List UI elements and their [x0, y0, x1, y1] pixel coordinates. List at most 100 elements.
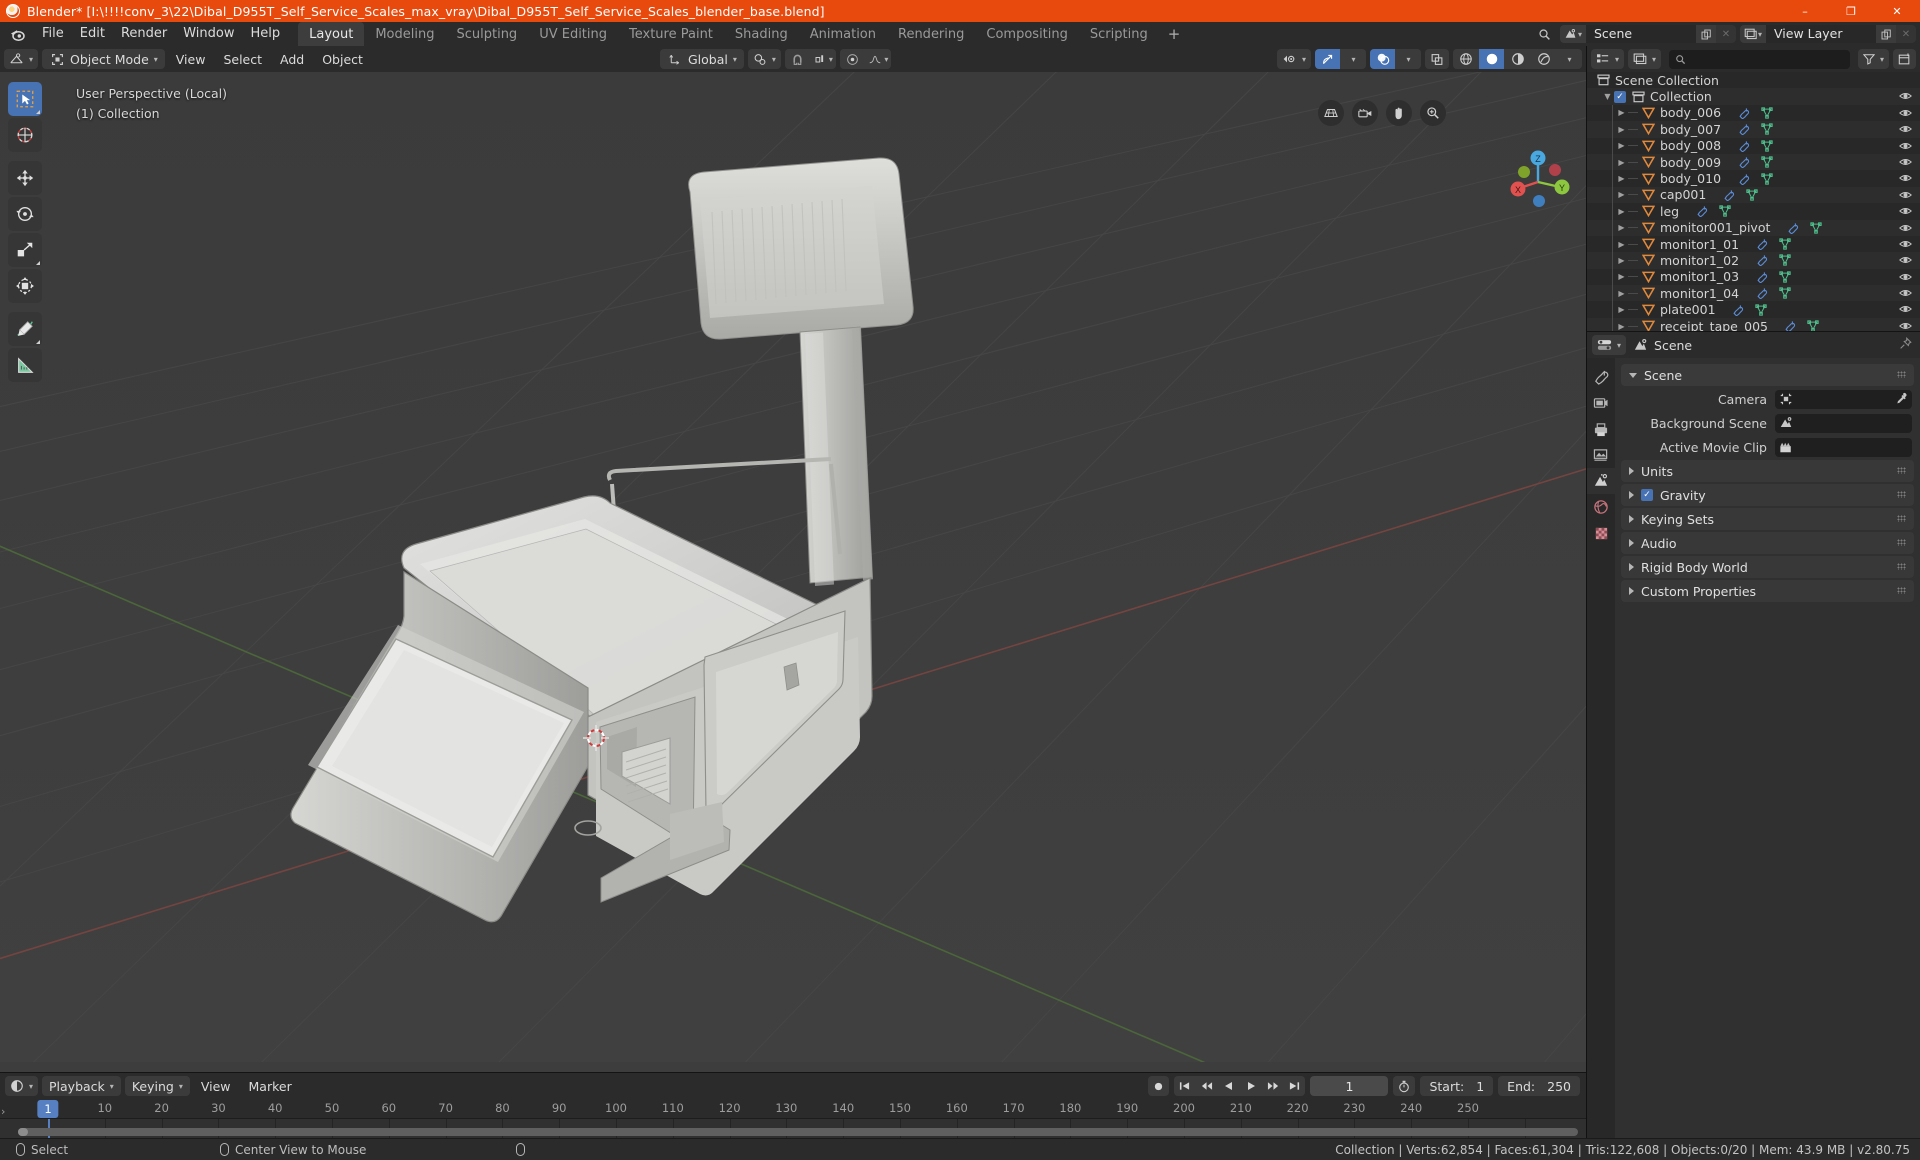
timeline-menu-marker[interactable]: Marker	[242, 1076, 299, 1096]
wireframe-shading-button[interactable]	[1453, 49, 1478, 69]
timeline-sidebar-toggle[interactable]: ›	[1, 1105, 5, 1118]
panel-units-header[interactable]: Units	[1621, 460, 1914, 482]
rotate-tool[interactable]	[8, 197, 42, 231]
outliner-row-object[interactable]: ▶ body_009	[1587, 153, 1920, 171]
tab-animation[interactable]: Animation	[799, 22, 887, 46]
tab-scene[interactable]	[1587, 468, 1615, 494]
panel-gravity-header[interactable]: ✓ Gravity	[1621, 484, 1914, 506]
tab-texture[interactable]	[1587, 520, 1615, 546]
scene-unlink-button[interactable]: ✕	[1716, 25, 1736, 43]
visibility-dropdown[interactable]: ▾	[1276, 49, 1311, 69]
outliner-row-object[interactable]: ▶ monitor001_pivot	[1587, 219, 1920, 236]
scene-selector[interactable]: ▾ Scene ✕	[1560, 25, 1736, 43]
eyedropper-icon[interactable]	[1895, 392, 1908, 405]
disclosure-triangle-icon[interactable]: ▶	[1615, 138, 1628, 154]
mesh-data-icon[interactable]	[1776, 269, 1793, 285]
auto-keying-toggle[interactable]	[1148, 1076, 1170, 1096]
viewport-menu-add[interactable]: Add	[273, 49, 311, 69]
scene-duplicate-button[interactable]	[1696, 25, 1716, 43]
tab-output[interactable]	[1587, 416, 1615, 442]
menu-render[interactable]: Render	[113, 23, 175, 45]
mesh-data-icon[interactable]	[1776, 285, 1793, 301]
collection-checkbox[interactable]: ✓	[1614, 90, 1626, 103]
scale-tool[interactable]	[8, 233, 42, 267]
menu-help[interactable]: Help	[243, 23, 289, 45]
panel-audio-header[interactable]: Audio	[1621, 532, 1914, 554]
modifier-wrench-icon[interactable]	[1735, 171, 1752, 187]
playhead-frame-label[interactable]: 1	[37, 1100, 59, 1118]
visibility-eye-icon[interactable]	[1898, 204, 1912, 218]
disclosure-triangle-icon[interactable]: ▶	[1615, 269, 1628, 285]
outliner-row-object[interactable]: ▶ monitor1_03	[1587, 268, 1920, 286]
tab-compositing[interactable]: Compositing	[975, 22, 1079, 46]
minimize-button[interactable]: –	[1782, 0, 1828, 22]
visibility-eye-icon[interactable]	[1898, 253, 1912, 267]
modifier-wrench-icon[interactable]	[1735, 105, 1752, 121]
grid-view-icon[interactable]	[1318, 100, 1344, 126]
modifier-wrench-icon[interactable]	[1720, 187, 1737, 203]
transform-tool[interactable]	[8, 269, 42, 303]
tab-render[interactable]	[1587, 390, 1615, 416]
modifier-wrench-icon[interactable]	[1693, 203, 1710, 219]
disclosure-triangle-icon[interactable]: ▶	[1615, 220, 1628, 236]
outliner-tree[interactable]: Scene Collection ▼ ✓ Collection ▶ body_006 ▶ bo…	[1587, 72, 1920, 331]
gravity-checkbox[interactable]: ✓	[1641, 489, 1653, 501]
mesh-data-icon[interactable]	[1776, 236, 1793, 252]
select-box-tool[interactable]	[8, 82, 42, 116]
outliner-display-mode-dropdown[interactable]: ▾	[1628, 49, 1662, 69]
disclosure-triangle-icon[interactable]: ▶	[1615, 285, 1628, 301]
funnel-icon[interactable]: ▾	[1857, 49, 1889, 69]
modifier-wrench-icon[interactable]	[1735, 121, 1752, 137]
disclosure-triangle-icon[interactable]: ▶	[1615, 121, 1628, 137]
mesh-data-icon[interactable]	[1758, 171, 1775, 187]
material-preview-shading-button[interactable]	[1505, 49, 1530, 69]
tab-uv-editing[interactable]: UV Editing	[528, 22, 618, 46]
view-layer-name-field[interactable]: View Layer	[1766, 25, 1876, 43]
camera-field[interactable]	[1775, 389, 1912, 409]
visibility-eye-icon[interactable]	[1898, 155, 1912, 169]
mesh-data-icon[interactable]	[1807, 220, 1824, 236]
proportional-edit-toggle[interactable]	[839, 49, 865, 69]
outliner-row-object[interactable]: ▶ body_010	[1587, 170, 1920, 187]
tab-texture-paint[interactable]: Texture Paint	[618, 22, 724, 46]
solid-shading-button[interactable]	[1479, 49, 1504, 69]
navigation-gizmo[interactable]: Z X Y	[1498, 144, 1572, 218]
mesh-data-icon[interactable]	[1753, 302, 1770, 318]
tab-shading[interactable]: Shading	[724, 22, 799, 46]
modifier-wrench-icon[interactable]	[1753, 285, 1770, 301]
visibility-eye-icon[interactable]	[1898, 106, 1912, 120]
timeline-menu-view[interactable]: View	[194, 1076, 238, 1096]
panel-scene-header[interactable]: Scene	[1621, 364, 1914, 386]
outliner-row-object[interactable]: ▶ receipt_tape_005	[1587, 317, 1920, 331]
tab-sculpting[interactable]: Sculpting	[445, 22, 528, 46]
jump-to-start-button[interactable]	[1174, 1076, 1196, 1096]
outliner-row-object[interactable]: ▶ cap001	[1587, 186, 1920, 204]
pivot-point-dropdown[interactable]: ▾	[747, 49, 781, 69]
visibility-eye-icon[interactable]	[1898, 139, 1912, 153]
outliner-row-object[interactable]: ▶ plate001	[1587, 301, 1920, 318]
frame-end-field[interactable]: End: 250	[1498, 1076, 1580, 1096]
view-layer-selector[interactable]: ▾ View Layer ✕	[1740, 25, 1916, 43]
mesh-data-icon[interactable]	[1758, 154, 1775, 170]
xray-toggle[interactable]	[1425, 49, 1449, 69]
properties-editor-type-button[interactable]: ▾	[1592, 335, 1627, 355]
cursor-tool[interactable]	[8, 118, 42, 152]
disclosure-triangle-icon[interactable]: ▶	[1615, 154, 1628, 170]
outliner-row-object[interactable]: ▶ monitor1_01	[1587, 235, 1920, 253]
modifier-wrench-icon[interactable]	[1735, 154, 1752, 170]
play-button[interactable]	[1240, 1076, 1262, 1096]
frame-start-field[interactable]: Start: 1	[1420, 1076, 1494, 1096]
current-frame-field[interactable]: 1	[1310, 1076, 1389, 1096]
outliner-row-object[interactable]: ▶ leg	[1587, 203, 1920, 220]
snap-target-dropdown[interactable]: ▾	[810, 49, 836, 69]
pin-id-icon[interactable]	[1899, 337, 1912, 350]
show-overlays-toggle[interactable]	[1370, 49, 1395, 69]
outliner-row-object[interactable]: ▶ body_007	[1587, 121, 1920, 138]
tab-modeling[interactable]: Modeling	[364, 22, 445, 46]
3d-viewport[interactable]: User Perspective (Local) (1) Collection	[0, 72, 1586, 1072]
visibility-eye-icon[interactable]	[1898, 188, 1912, 202]
viewport-menu-select[interactable]: Select	[216, 49, 269, 69]
viewport-menu-object[interactable]: Object	[315, 49, 370, 69]
snap-magnet-icon[interactable]	[784, 49, 810, 69]
timeline-scrollbar[interactable]	[18, 1128, 1578, 1136]
